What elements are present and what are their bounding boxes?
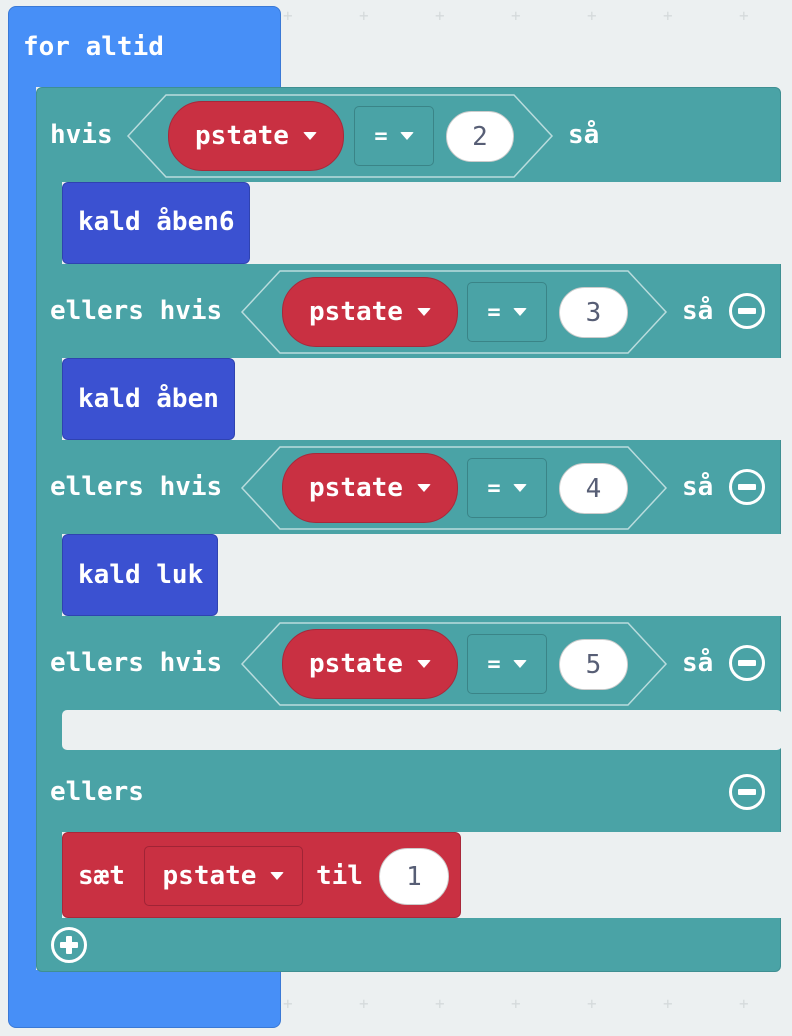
operator-dropdown[interactable]: = <box>467 634 547 694</box>
elseif-label: ellers hvis <box>50 648 223 678</box>
dropdown-triangle-icon <box>416 660 431 668</box>
minus-circle-icon[interactable] <box>729 293 765 329</box>
minus-circle-icon[interactable] <box>729 774 765 810</box>
then-label: så <box>682 296 714 326</box>
operator-value: = <box>487 299 501 325</box>
forever-label: for altid <box>23 32 164 62</box>
dropdown-triangle-icon <box>270 872 285 880</box>
dropdown-triangle-icon <box>302 132 317 140</box>
dropdown-triangle-icon <box>512 308 527 316</box>
then-label: så <box>682 648 714 678</box>
then-label: så <box>568 120 600 150</box>
dropdown-triangle-icon <box>512 484 527 492</box>
variable-name: pstate <box>309 297 403 327</box>
plus-circle-icon[interactable] <box>51 927 87 963</box>
variable-name: pstate <box>195 121 289 151</box>
call-label: kald åben6 <box>78 207 235 237</box>
variable-name: pstate <box>162 861 257 891</box>
variable-dropdown[interactable]: pstate <box>282 629 458 699</box>
elseif-body-slot <box>62 710 782 750</box>
number-input[interactable]: 2 <box>446 111 514 162</box>
operator-dropdown[interactable]: = <box>467 282 547 342</box>
then-label: så <box>682 472 714 502</box>
number-input[interactable]: 4 <box>559 463 628 514</box>
set-label: sæt <box>78 861 125 891</box>
minus-circle-icon[interactable] <box>729 645 765 681</box>
set-variable-dropdown[interactable]: pstate <box>144 846 303 906</box>
variable-name: pstate <box>309 649 403 679</box>
elseif-label: ellers hvis <box>50 296 223 326</box>
if-label: hvis <box>50 120 113 150</box>
to-label: til <box>316 861 363 891</box>
variable-dropdown[interactable]: pstate <box>282 453 458 523</box>
dropdown-triangle-icon <box>416 484 431 492</box>
dropdown-triangle-icon <box>416 308 431 316</box>
call-label: kald luk <box>78 560 204 590</box>
operator-dropdown[interactable]: = <box>354 106 434 166</box>
operator-value: = <box>487 475 501 501</box>
variable-name: pstate <box>309 473 403 503</box>
elseif-label: ellers hvis <box>50 472 223 502</box>
number-input[interactable]: 1 <box>379 848 449 905</box>
else-label: ellers <box>50 777 144 807</box>
dropdown-triangle-icon <box>399 132 414 140</box>
call-label: kald åben <box>78 384 219 414</box>
variable-dropdown[interactable]: pstate <box>282 277 458 347</box>
variable-dropdown[interactable]: pstate <box>168 101 344 171</box>
operator-dropdown[interactable]: = <box>467 458 547 518</box>
operator-value: = <box>374 123 388 149</box>
number-input[interactable]: 5 <box>559 639 628 690</box>
minus-circle-icon[interactable] <box>729 469 765 505</box>
dropdown-triangle-icon <box>512 660 527 668</box>
operator-value: = <box>487 651 501 677</box>
number-input[interactable]: 3 <box>559 287 628 338</box>
